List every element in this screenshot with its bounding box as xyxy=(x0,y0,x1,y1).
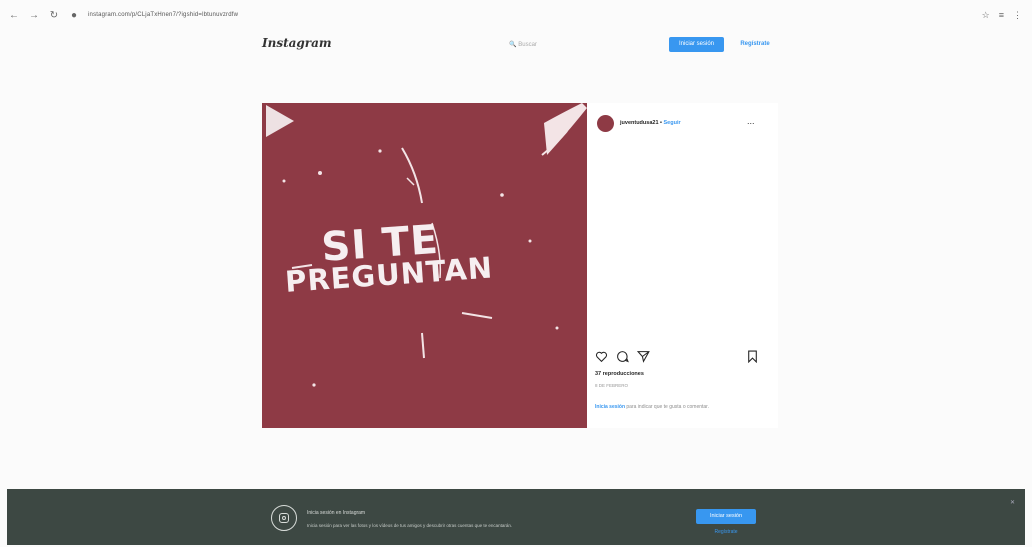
follow-link[interactable]: Seguir xyxy=(664,120,681,126)
bookmark-star-icon[interactable]: ☆ xyxy=(982,10,990,21)
instagram-icon xyxy=(271,505,297,531)
login-prompt: Inicia sesión para indicar que te gusta … xyxy=(595,404,745,411)
banner-text: Inicia sesión para ver las fotos y los v… xyxy=(307,523,513,528)
close-icon[interactable]: ✕ xyxy=(1010,499,1015,506)
lock-icon: ● xyxy=(70,9,78,21)
register-link[interactable]: Regístrate xyxy=(730,37,780,52)
browser-actions: ☆ ≡ ⋮ xyxy=(982,10,1022,21)
instagram-logo[interactable]: Instagram xyxy=(262,36,332,50)
instagram-header: Instagram 🔍 Buscar Iniciar sesión Regíst… xyxy=(262,30,782,60)
post-actions xyxy=(595,350,650,363)
search-input[interactable]: 🔍 Buscar xyxy=(468,38,578,52)
bookmark-icon[interactable] xyxy=(747,350,758,364)
more-options-icon[interactable]: ... xyxy=(747,116,755,126)
save-post[interactable] xyxy=(747,350,758,368)
login-prompt-link[interactable]: Inicia sesión xyxy=(595,404,625,410)
username-link[interactable]: juventudusa21 xyxy=(620,120,659,126)
banner-title: Inicia sesión en Instagram xyxy=(307,510,366,516)
browser-menu-icon[interactable]: ⋮ xyxy=(1013,10,1022,21)
browser-toolbar: ← → ↻ ● instagram.com/p/CLjaTxHnen7/?igs… xyxy=(0,0,1032,30)
login-button[interactable]: Iniciar sesión xyxy=(669,37,724,52)
heart-icon[interactable] xyxy=(595,350,608,363)
play-icon[interactable] xyxy=(262,103,296,139)
banner-login-button[interactable]: Iniciar sesión xyxy=(696,509,756,524)
back-icon[interactable]: ← xyxy=(8,10,20,21)
post-author: juventudusa21 • Seguir xyxy=(620,120,681,126)
post-date: 8 DE FEBRERO xyxy=(595,383,629,388)
address-bar[interactable]: instagram.com/p/CLjaTxHnen7/?igshid=lbtu… xyxy=(88,12,238,18)
reload-icon[interactable]: ↻ xyxy=(48,10,60,21)
share-icon[interactable] xyxy=(637,350,650,363)
view-count: 37 reproducciones xyxy=(595,371,644,377)
login-banner: Inicia sesión en Instagram Inicia sesión… xyxy=(7,489,1025,545)
post-video[interactable]: SI TE PREGUNTAN xyxy=(262,103,587,428)
post-sidebar: juventudusa21 • Seguir ... 37 reproducci… xyxy=(587,103,778,428)
comment-icon[interactable] xyxy=(616,350,629,363)
forward-icon[interactable]: → xyxy=(28,10,40,21)
post-card: SI TE PREGUNTAN juventudusa21 • Seguir .… xyxy=(262,103,778,428)
banner-register-link[interactable]: Regístrate xyxy=(700,529,752,535)
login-prompt-text: para indicar que te gusta o comentar. xyxy=(625,404,709,410)
avatar[interactable] xyxy=(597,115,614,132)
extensions-icon[interactable]: ≡ xyxy=(999,10,1004,21)
